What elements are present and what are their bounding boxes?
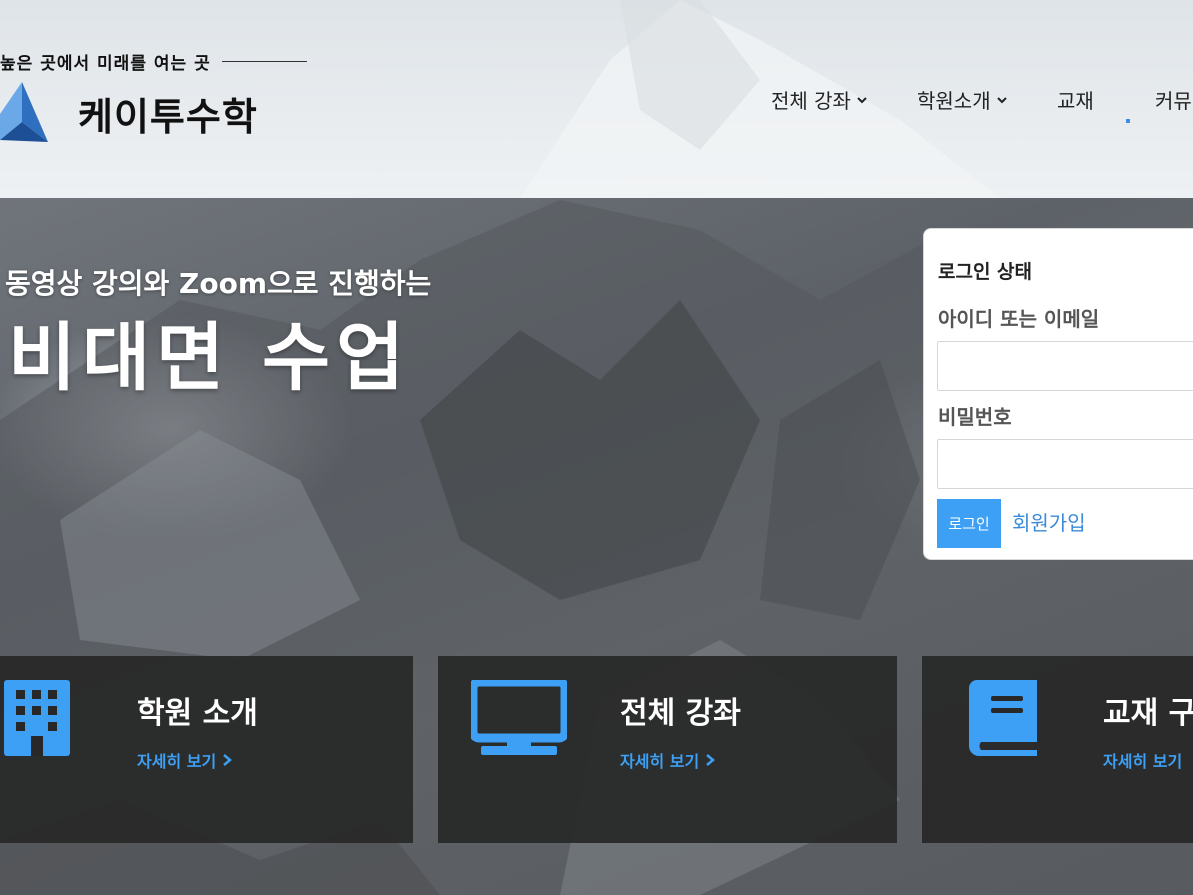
- login-card: 로그인 상태 아이디 또는 이메일 비밀번호 로그인 회원가입: [923, 228, 1193, 560]
- nav-item-label: 학원소개: [917, 89, 991, 113]
- monitor-icon: [471, 680, 567, 755]
- book-icon: [969, 680, 1037, 756]
- username-label: 아이디 또는 이메일: [938, 307, 1100, 331]
- nav-item-label: 커뮤: [1155, 89, 1192, 113]
- nav-item-about[interactable]: 학원소개: [917, 85, 1009, 114]
- chevron-down-icon: [996, 96, 1007, 103]
- login-button[interactable]: 로그인: [937, 499, 1001, 548]
- feature-title: 전체 강좌: [620, 696, 741, 731]
- building-icon: [4, 680, 70, 756]
- slogan: 높은 곳에서 미래를 여는 곳: [0, 54, 211, 74]
- username-input[interactable]: [937, 341, 1193, 391]
- main-nav: 전체 강좌 학원소개 교재 커뮤: [0, 85, 1193, 115]
- feature-title: 학원 소개: [137, 696, 258, 731]
- chevron-right-icon: [706, 754, 716, 766]
- feature-link-label: 자세히 보기: [1103, 752, 1183, 771]
- nav-indicator: [1126, 119, 1130, 123]
- nav-item-label: 전체 강좌: [771, 89, 851, 113]
- nav-item-label: 교재: [1057, 89, 1094, 113]
- login-title: 로그인 상태: [938, 261, 1033, 283]
- feature-link-label: 자세히 보기: [620, 752, 700, 771]
- feature-link-label: 자세히 보기: [137, 752, 217, 771]
- feature-title: 교재 구: [1103, 696, 1193, 731]
- password-input[interactable]: [937, 439, 1193, 489]
- feature-more-link[interactable]: 자세히 보기: [137, 748, 233, 772]
- slogan-divider: [222, 61, 307, 62]
- nav-item-all-courses[interactable]: 전체 강좌: [771, 85, 869, 114]
- chevron-right-icon: [223, 754, 233, 766]
- hero-subtitle: 동영상 강의와 Zoom으로 진행하는: [5, 267, 432, 300]
- feature-more-link[interactable]: 자세히 보기: [620, 748, 716, 772]
- hero-title: 비대면 수업: [8, 315, 411, 401]
- nav-item-textbooks[interactable]: 교재: [1057, 85, 1094, 114]
- signup-link[interactable]: 회원가입: [1012, 507, 1086, 536]
- password-label: 비밀번호: [938, 405, 1012, 429]
- nav-item-community[interactable]: 커뮤: [1155, 85, 1192, 114]
- chevron-down-icon: [857, 96, 867, 103]
- feature-more-link[interactable]: 자세히 보기: [1103, 748, 1182, 772]
